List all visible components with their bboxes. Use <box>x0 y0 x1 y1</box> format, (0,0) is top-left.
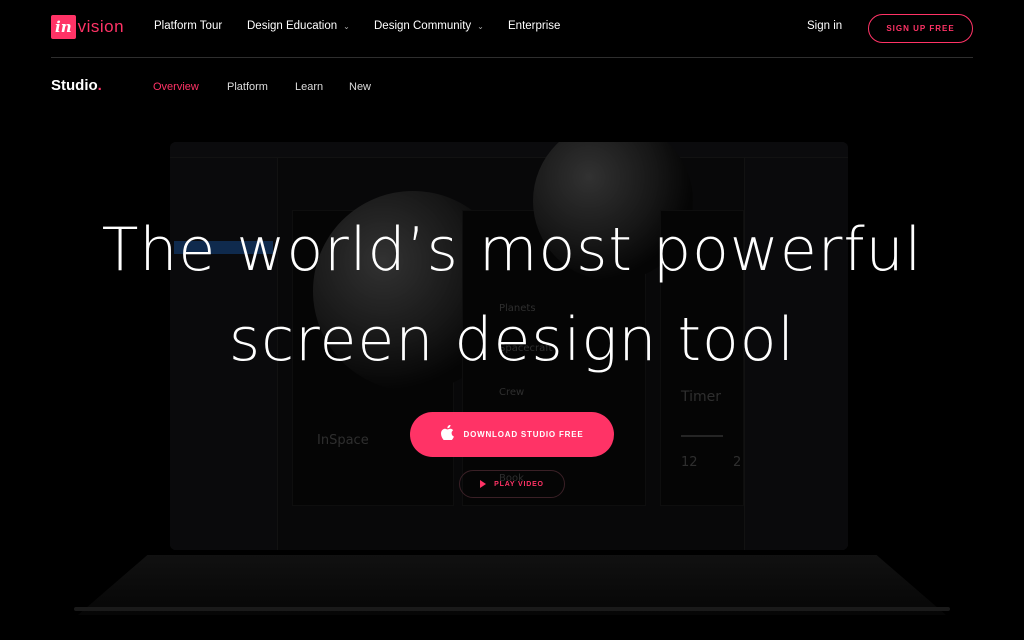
play-icon <box>480 480 487 488</box>
hero-line-2: screen design tool <box>228 305 796 375</box>
sign-up-label: SIGN UP FREE <box>886 24 955 33</box>
logo-mark: in <box>51 15 76 39</box>
subnav-overview[interactable]: Overview <box>153 81 199 93</box>
top-navigation: in vision Platform Tour Design Education… <box>0 0 1024 57</box>
subnav-new[interactable]: New <box>349 81 371 93</box>
apple-icon <box>440 424 454 444</box>
chevron-down-icon: ⌄ <box>477 21 484 31</box>
chevron-down-icon: ⌄ <box>343 21 350 31</box>
studio-label: Studio <box>51 77 98 94</box>
nav-item-label: Design Education <box>247 20 338 32</box>
subnav-learn[interactable]: Learn <box>295 81 323 93</box>
nav-design-community[interactable]: Design Community ⌄ <box>374 20 484 32</box>
nav-design-education[interactable]: Design Education ⌄ <box>247 20 350 32</box>
laptop-edge <box>74 607 950 611</box>
invision-logo[interactable]: in vision <box>51 15 124 39</box>
logo-wordmark: vision <box>77 17 125 36</box>
laptop-base <box>78 555 946 615</box>
play-video-label: PLAY VIDEO <box>494 480 544 488</box>
nav-item-label: Enterprise <box>508 20 561 32</box>
studio-brand[interactable]: Studio. <box>51 77 102 94</box>
sign-up-button[interactable]: SIGN UP FREE <box>868 14 973 43</box>
nav-enterprise[interactable]: Enterprise <box>508 20 560 32</box>
sign-in-label: Sign in <box>807 20 843 32</box>
nav-item-label: Design Community <box>374 20 472 32</box>
download-studio-label: DOWNLOAD STUDIO FREE <box>463 430 584 439</box>
studio-dot: . <box>97 77 102 94</box>
nav-item-label: Platform Tour <box>154 20 223 32</box>
subnav-platform[interactable]: Platform <box>227 81 268 93</box>
download-studio-button[interactable]: DOWNLOAD STUDIO FREE <box>410 412 614 457</box>
hero-headline: The world’s most powerful screen design … <box>0 205 1024 385</box>
nav-platform-tour[interactable]: Platform Tour <box>154 20 222 32</box>
nav-divider <box>51 57 973 58</box>
play-video-button[interactable]: PLAY VIDEO <box>459 470 565 498</box>
sign-in-link[interactable]: Sign in <box>807 20 842 32</box>
hero-line-1: The world’s most powerful <box>101 215 923 285</box>
